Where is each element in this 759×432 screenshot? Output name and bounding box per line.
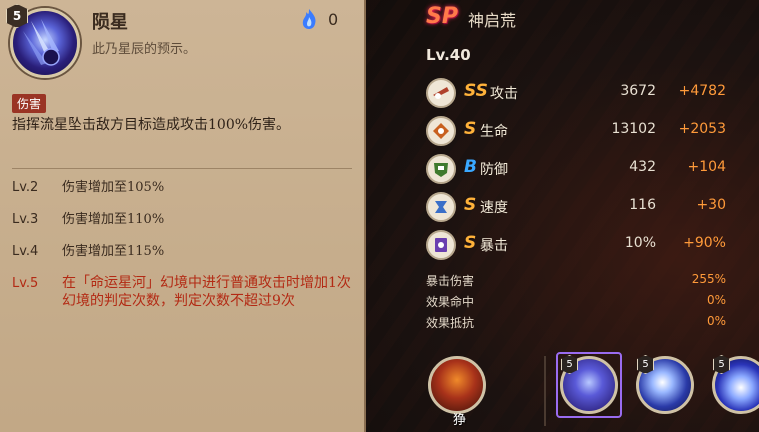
secondary-stat-row: 效果命中 0%	[426, 293, 726, 314]
stat-bonus: +4782	[678, 83, 726, 99]
stat-grade: S	[464, 233, 477, 253]
stat-value: 13102	[611, 121, 656, 137]
stat-value: 3672	[620, 83, 656, 99]
level-upgrades-list: Lv.2 伤害增加至105% Lv.3 伤害增加至110% Lv.4 伤害增加至…	[12, 178, 356, 322]
level-upgrade-row: Lv.4 伤害增加至115%	[12, 242, 356, 262]
stat-grade: SS	[464, 81, 488, 101]
passive-skill-button[interactable]: 狰	[428, 356, 486, 428]
stat-value: 432	[629, 159, 656, 175]
stat-grade: S	[464, 195, 477, 215]
rarity-badge: SP	[426, 4, 458, 29]
stat-label: 生命	[480, 124, 508, 140]
stat-grade: B	[464, 157, 477, 177]
level-effect: 伤害增加至105%	[62, 180, 165, 195]
secondary-stat-row: 暴击伤害 255%	[426, 272, 726, 293]
stat-label: 速度	[480, 200, 508, 216]
character-stats-panel: SP 神启荒 Lv.40 SS 攻击 3672 +4782 S 生命 13102…	[366, 0, 759, 432]
stat-label: 暴击	[480, 238, 508, 254]
stat-row-speed: S 速度 116 +30	[426, 192, 726, 222]
level-effect: 在「命运星河」幻境中进行普通攻击时增加1次幻境的判定次数，判定次数不超过9次	[62, 275, 351, 309]
speed-icon	[426, 192, 456, 222]
stat-value: 116	[629, 197, 656, 213]
secondary-stats: 暴击伤害 255% 效果命中 0% 效果抵抗 0%	[426, 272, 726, 335]
stat-row-crit: S 暴击 10% +90%	[426, 230, 726, 260]
level-effect: 伤害增加至110%	[62, 212, 165, 227]
skill-level-badge: 5	[713, 355, 730, 374]
secondary-stat-value: 255%	[691, 272, 726, 286]
level-label: Lv.4	[12, 244, 39, 259]
stat-bonus: +2053	[678, 121, 726, 137]
skill-level-badge: 5	[637, 355, 654, 374]
skill-button-3[interactable]: 5	[712, 355, 759, 414]
ghost-fire-icon	[302, 9, 316, 29]
stat-row-hp: S 生命 13102 +2053	[426, 116, 726, 146]
secondary-stat-value: 0%	[706, 293, 726, 307]
level-label: Lv.3	[12, 212, 39, 227]
damage-tag: 伤害	[12, 94, 47, 113]
stat-bonus: +104	[687, 159, 726, 175]
skill-button-2[interactable]: 5	[636, 355, 694, 414]
secondary-stat-label: 暴击伤害	[426, 274, 475, 288]
level-effect: 伤害增加至115%	[62, 244, 165, 259]
stat-row-attack: SS 攻击 3672 +4782	[426, 78, 726, 108]
defense-icon	[426, 154, 456, 184]
character-level: Lv.40	[426, 46, 471, 64]
secondary-stat-label: 效果抵抗	[426, 316, 475, 330]
skill-effect-text: 指挥流星坠击敌方目标造成攻击100%伤害。	[12, 117, 291, 133]
level-upgrade-row-current: Lv.5 在「命运星河」幻境中进行普通攻击时增加1次幻境的判定次数，判定次数不超…	[12, 274, 356, 310]
divider	[12, 168, 352, 169]
secondary-stat-label: 效果命中	[426, 295, 475, 309]
stat-label: 攻击	[490, 86, 518, 102]
character-name: 神启荒	[468, 11, 517, 30]
level-label: Lv.2	[12, 180, 39, 195]
secondary-stat-row: 效果抵抗 0%	[426, 314, 726, 335]
stat-label: 防御	[480, 162, 508, 178]
skill-flavor-text: 此乃星辰的预示。	[92, 42, 197, 57]
skill-name: 陨星	[92, 12, 128, 33]
crit-icon	[426, 230, 456, 260]
passive-skill-label: 狰	[453, 413, 467, 428]
level-upgrade-row: Lv.2 伤害增加至105%	[12, 178, 356, 198]
divider	[544, 356, 546, 426]
stat-bonus: +30	[696, 197, 726, 213]
attack-icon	[426, 78, 456, 108]
stat-bonus: +90%	[683, 235, 726, 251]
orb-cost: 0	[300, 8, 338, 30]
secondary-stat-value: 0%	[706, 314, 726, 328]
stat-row-defense: B 防御 432 +104	[426, 154, 726, 184]
skill-button-meteor[interactable]: 5	[560, 355, 618, 414]
hp-icon	[426, 116, 456, 146]
skill-detail-panel: 5 陨星 此乃星辰的预示。 0 伤害 指挥流星坠击敌方目标造成攻击100%伤害。…	[0, 0, 366, 432]
orb-cost-value: 0	[328, 9, 339, 29]
level-upgrade-row: Lv.3 伤害增加至110%	[12, 210, 356, 230]
level-label: Lv.5	[12, 276, 39, 291]
stat-value: 10%	[624, 235, 656, 251]
stat-grade: S	[464, 119, 477, 139]
skill-selector: 狰 5 5 5	[418, 352, 759, 428]
